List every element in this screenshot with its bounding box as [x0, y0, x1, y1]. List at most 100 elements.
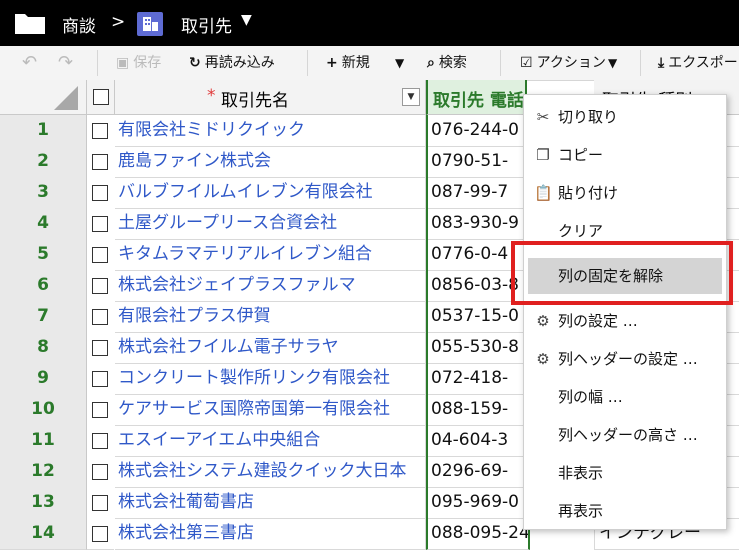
account-name-cell[interactable]: 鹿島ファイン株式会	[115, 146, 426, 178]
row-number[interactable]: 10	[0, 394, 87, 426]
row-checkbox[interactable]	[92, 216, 108, 232]
save-button[interactable]: ▣ 保存	[116, 52, 161, 74]
menu-item-6[interactable]: ⚙ 列ヘッダーの設定 …	[524, 341, 726, 377]
menu-item-2[interactable]: 📋 貼り付け	[524, 175, 726, 211]
row-number[interactable]: 13	[0, 487, 87, 519]
row-number[interactable]: 11	[0, 425, 87, 457]
redo-icon[interactable]: ↷	[58, 52, 73, 74]
action-button[interactable]: ☑ アクション	[520, 52, 606, 74]
menu-item-9[interactable]: 非表示	[524, 455, 726, 491]
menu-item-5[interactable]: ⚙ 列の設定 …	[524, 303, 726, 339]
new-button[interactable]: + 新規	[326, 52, 370, 74]
account-name-cell[interactable]: キタムラマテリアルイレブン組合	[115, 239, 426, 271]
reload-button[interactable]: ↻ 再読み込み	[189, 52, 275, 74]
row-number[interactable]: 7	[0, 301, 87, 333]
row-number[interactable]: 5	[0, 239, 87, 271]
row-checkbox[interactable]	[92, 154, 108, 170]
folder-icon[interactable]	[14, 11, 46, 35]
row-checkbox[interactable]	[92, 278, 108, 294]
row-checkbox[interactable]	[92, 340, 108, 356]
menu-item-label: 列ヘッダーの高さ …	[558, 426, 698, 444]
row-checkbox[interactable]	[92, 464, 108, 480]
phone-cell[interactable]: 088-095-2461	[426, 518, 530, 550]
row-number[interactable]: 12	[0, 456, 87, 488]
row-checkbox-cell	[87, 518, 114, 550]
row-number[interactable]: 4	[0, 208, 87, 240]
row-checkbox-cell	[87, 146, 114, 178]
row-number[interactable]: 2	[0, 146, 87, 178]
phone-cell[interactable]: 083-930-9	[426, 208, 530, 240]
row-checkbox[interactable]	[92, 402, 108, 418]
search-button[interactable]: ⌕ 検索	[427, 52, 467, 74]
account-name-cell[interactable]: 株式会社ジェイプラスファルマ	[115, 270, 426, 302]
breadcrumb-module[interactable]: 商談	[62, 12, 96, 37]
row-checkbox[interactable]	[92, 495, 108, 511]
row-checkbox-cell	[87, 394, 114, 426]
account-name-cell[interactable]: コンクリート製作所リンク有限会社	[115, 363, 426, 395]
undo-icon[interactable]: ↶	[22, 52, 37, 74]
corner-header[interactable]	[0, 80, 87, 115]
column-header-phone[interactable]: 取引先 電話	[426, 80, 527, 115]
row-checkbox[interactable]	[92, 371, 108, 387]
account-name-cell[interactable]: 株式会社システム建設クイック大日本	[115, 456, 426, 488]
menu-item-7[interactable]: 列の幅 …	[524, 379, 726, 415]
action-dropdown-caret[interactable]: ▼	[608, 52, 617, 74]
menu-item-8[interactable]: 列ヘッダーの高さ …	[524, 417, 726, 453]
export-button[interactable]: ⤓ エクスポー	[658, 52, 738, 74]
row-number[interactable]: 1	[0, 115, 87, 147]
clipboard-icon: 📋	[534, 184, 553, 202]
phone-cell[interactable]: 055-530-8	[426, 332, 530, 364]
phone-cell[interactable]: 076-244-0	[426, 115, 530, 147]
row-checkbox[interactable]	[92, 185, 108, 201]
account-name-cell[interactable]: 有限会社プラス伊賀	[115, 301, 426, 333]
menu-item-label: 切り取り	[558, 108, 619, 126]
account-name-cell[interactable]: 土屋グループリース合資会社	[115, 208, 426, 240]
menu-item-10[interactable]: 再表示	[524, 493, 726, 529]
search-icon: ⌕	[427, 55, 435, 71]
menu-item-label: コピー	[558, 146, 604, 164]
row-checkbox[interactable]	[92, 123, 108, 139]
row-checkbox-cell	[87, 456, 114, 488]
menu-item-label: 再表示	[558, 502, 604, 520]
phone-cell[interactable]: 095-969-0	[426, 487, 530, 519]
column-dropdown-icon[interactable]: ▼	[402, 88, 420, 106]
row-checkbox-cell	[87, 487, 114, 519]
breadcrumb-separator: >	[111, 12, 126, 32]
phone-cell[interactable]: 088-159-	[426, 394, 530, 426]
row-checkbox[interactable]	[92, 247, 108, 263]
account-name-cell[interactable]: 株式会社フイルム電子サラヤ	[115, 332, 426, 364]
select-all-checkbox[interactable]	[93, 89, 109, 105]
phone-cell[interactable]: 0296-69-	[426, 456, 530, 488]
account-name-cell[interactable]: バルブフイルムイレブン有限会社	[115, 177, 426, 209]
row-checkbox[interactable]	[92, 309, 108, 325]
new-dropdown-caret[interactable]: ▼	[395, 52, 404, 74]
copy-icon: ❐	[536, 146, 550, 164]
phone-cell[interactable]: 087-99-7	[426, 177, 530, 209]
menu-item-label: 貼り付け	[558, 184, 619, 202]
menu-item-0[interactable]: ✂ 切り取り	[524, 99, 726, 135]
select-all-header	[87, 80, 115, 115]
account-name-cell[interactable]: ケアサービス国際帝国第一有限会社	[115, 394, 426, 426]
phone-cell[interactable]: 04-604-3	[426, 425, 530, 457]
row-number[interactable]: 6	[0, 270, 87, 302]
row-number[interactable]: 3	[0, 177, 87, 209]
column-header-label: 取引先 電話	[433, 91, 524, 111]
account-name-cell[interactable]: 有限会社ミドリクイック	[115, 115, 426, 147]
phone-cell[interactable]: 0537-15-0	[426, 301, 530, 333]
row-number[interactable]: 14	[0, 518, 87, 550]
account-name-cell[interactable]: エスイーアイエム中央組合	[115, 425, 426, 457]
menu-item-1[interactable]: ❐ コピー	[524, 137, 726, 173]
row-checkbox[interactable]	[92, 526, 108, 542]
column-header-name[interactable]: * 取引先名 ▼	[115, 80, 426, 115]
save-icon: ▣	[116, 55, 130, 71]
phone-cell[interactable]: 072-418-	[426, 363, 530, 395]
view-dropdown-caret[interactable]: ▼	[241, 12, 252, 28]
row-number[interactable]: 8	[0, 332, 87, 364]
view-title[interactable]: 取引先	[181, 12, 232, 37]
row-checkbox[interactable]	[92, 433, 108, 449]
menu-item-label: 非表示	[558, 464, 604, 482]
phone-cell[interactable]: 0790-51-	[426, 146, 530, 178]
account-name-cell[interactable]: 株式会社第三書店	[115, 518, 426, 550]
account-name-cell[interactable]: 株式会社葡萄書店	[115, 487, 426, 519]
row-number[interactable]: 9	[0, 363, 87, 395]
